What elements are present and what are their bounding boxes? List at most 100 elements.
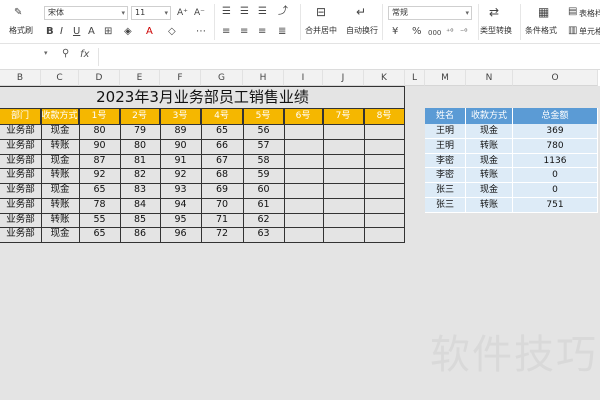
name-box[interactable] bbox=[0, 49, 42, 65]
justify-icon[interactable]: ≣ bbox=[278, 27, 286, 37]
column-header-h[interactable]: H bbox=[243, 70, 284, 86]
format-painter-icon[interactable]: ✎ bbox=[14, 8, 22, 18]
table-cell[interactable]: 81 bbox=[120, 154, 160, 169]
table-cell[interactable]: 62 bbox=[243, 213, 284, 228]
column-header-e[interactable]: E bbox=[120, 70, 160, 86]
table-cell[interactable]: 转账 bbox=[41, 198, 79, 213]
table-cell[interactable] bbox=[284, 227, 323, 242]
table-cell[interactable]: 90 bbox=[160, 139, 201, 154]
table-cell[interactable]: 65 bbox=[201, 124, 243, 139]
merge-center-label[interactable]: 合并居中 bbox=[305, 25, 337, 36]
table-cell[interactable] bbox=[364, 183, 405, 198]
cell-style-icon[interactable]: ▥ bbox=[568, 26, 577, 36]
table-header-cell[interactable]: 5号 bbox=[243, 108, 284, 124]
thousands-icon[interactable]: 000 bbox=[428, 28, 441, 38]
table-cell[interactable]: 现金 bbox=[41, 124, 79, 139]
font-name-select[interactable]: 宋体 ▾ bbox=[44, 6, 128, 20]
table-cell[interactable]: 65 bbox=[79, 227, 120, 242]
table-cell[interactable]: 现金 bbox=[41, 183, 79, 198]
summary-cell[interactable]: 现金 bbox=[466, 124, 513, 139]
table-cell[interactable]: 现金 bbox=[41, 154, 79, 169]
chevron-down-icon[interactable]: ▾ bbox=[44, 49, 48, 57]
table-cell[interactable]: 60 bbox=[243, 183, 284, 198]
merge-center-icon[interactable]: ⊟ bbox=[316, 6, 326, 18]
auto-wrap-label[interactable]: 自动换行 bbox=[346, 25, 378, 36]
table-cell[interactable]: 现金 bbox=[41, 227, 79, 242]
table-cell[interactable]: 转账 bbox=[41, 168, 79, 183]
summary-cell[interactable]: 张三 bbox=[425, 183, 466, 198]
column-header-b[interactable]: B bbox=[0, 70, 41, 86]
table-cell[interactable]: 96 bbox=[160, 227, 201, 242]
table-header-cell[interactable]: 3号 bbox=[160, 108, 201, 124]
table-cell[interactable] bbox=[364, 198, 405, 213]
table-cell[interactable] bbox=[323, 124, 364, 139]
table-cell[interactable] bbox=[364, 154, 405, 169]
summary-header-cell[interactable]: 姓名 bbox=[425, 108, 466, 124]
summary-header-cell[interactable]: 收款方式 bbox=[466, 108, 513, 124]
summary-cell[interactable]: 751 bbox=[513, 197, 598, 213]
table-cell[interactable]: 72 bbox=[201, 227, 243, 242]
table-cell[interactable]: 业务部 bbox=[0, 198, 41, 213]
underline-icon[interactable]: U bbox=[73, 27, 80, 37]
table-cell[interactable] bbox=[364, 227, 405, 242]
table-cell[interactable] bbox=[323, 168, 364, 183]
fx-icon[interactable]: fx bbox=[80, 49, 89, 60]
table-cell[interactable] bbox=[284, 198, 323, 213]
table-header-cell[interactable]: 2号 bbox=[120, 108, 160, 124]
table-header-cell[interactable]: 6号 bbox=[284, 108, 323, 124]
table-cell[interactable]: 59 bbox=[243, 168, 284, 183]
table-cell[interactable] bbox=[284, 139, 323, 154]
table-cell[interactable]: 69 bbox=[201, 183, 243, 198]
table-cell[interactable]: 79 bbox=[120, 124, 160, 139]
clear-format-icon[interactable]: ◇ bbox=[168, 27, 176, 37]
table-cell[interactable]: 56 bbox=[243, 124, 284, 139]
bold-icon[interactable]: B bbox=[46, 27, 54, 37]
font-size-select[interactable]: 11 ▾ bbox=[131, 6, 171, 20]
table-cell[interactable]: 94 bbox=[160, 198, 201, 213]
column-header-g[interactable]: G bbox=[201, 70, 243, 86]
column-header-f[interactable]: F bbox=[160, 70, 201, 86]
table-header-cell[interactable]: 8号 bbox=[364, 108, 405, 124]
formula-input[interactable] bbox=[98, 48, 598, 66]
summary-cell[interactable]: 转账 bbox=[466, 168, 513, 183]
more-options-icon[interactable]: ⋯ bbox=[196, 27, 206, 37]
column-header-j[interactable]: J bbox=[323, 70, 364, 86]
conditional-format-icon[interactable]: ▦ bbox=[538, 6, 549, 18]
table-cell[interactable] bbox=[323, 213, 364, 228]
cell-style-label[interactable]: 单元格 bbox=[579, 26, 600, 37]
summary-cell[interactable]: 现金 bbox=[466, 153, 513, 169]
table-style-icon[interactable]: ▤ bbox=[568, 7, 577, 17]
table-cell[interactable]: 91 bbox=[160, 154, 201, 169]
column-header-l[interactable]: L bbox=[405, 70, 425, 86]
summary-cell[interactable]: 转账 bbox=[466, 138, 513, 154]
table-cell[interactable] bbox=[323, 154, 364, 169]
auto-wrap-icon[interactable]: ↵ bbox=[356, 6, 366, 18]
table-cell[interactable]: 83 bbox=[120, 183, 160, 198]
column-header-d[interactable]: D bbox=[79, 70, 120, 86]
table-cell[interactable] bbox=[364, 168, 405, 183]
table-cell[interactable]: 业务部 bbox=[0, 168, 41, 183]
summary-cell[interactable]: 王明 bbox=[425, 138, 466, 154]
text-direction-icon[interactable]: ⤴ bbox=[278, 7, 288, 17]
table-cell[interactable]: 65 bbox=[79, 183, 120, 198]
table-cell[interactable] bbox=[364, 124, 405, 139]
summary-cell[interactable]: 李密 bbox=[425, 168, 466, 183]
increase-font-icon[interactable]: A⁺ bbox=[177, 8, 188, 18]
decrease-font-icon[interactable]: A⁻ bbox=[194, 8, 205, 18]
table-cell[interactable]: 84 bbox=[120, 198, 160, 213]
type-convert-label[interactable]: 类型转换 bbox=[480, 25, 512, 36]
table-cell[interactable]: 90 bbox=[79, 139, 120, 154]
table-cell[interactable]: 92 bbox=[79, 168, 120, 183]
table-cell[interactable]: 业务部 bbox=[0, 124, 41, 139]
italic-icon[interactable]: I bbox=[60, 27, 63, 37]
table-title[interactable]: 2023年3月业务部员工销售业绩 bbox=[0, 86, 405, 108]
table-cell[interactable]: 80 bbox=[79, 124, 120, 139]
align-middle-icon[interactable]: ☰ bbox=[240, 7, 249, 17]
table-cell[interactable]: 85 bbox=[120, 213, 160, 228]
table-cell[interactable]: 67 bbox=[201, 154, 243, 169]
summary-cell[interactable]: 张三 bbox=[425, 197, 466, 213]
align-bottom-icon[interactable]: ☰ bbox=[258, 7, 267, 17]
table-cell[interactable]: 86 bbox=[120, 227, 160, 242]
table-cell[interactable]: 95 bbox=[160, 213, 201, 228]
column-header-c[interactable]: C bbox=[41, 70, 79, 86]
